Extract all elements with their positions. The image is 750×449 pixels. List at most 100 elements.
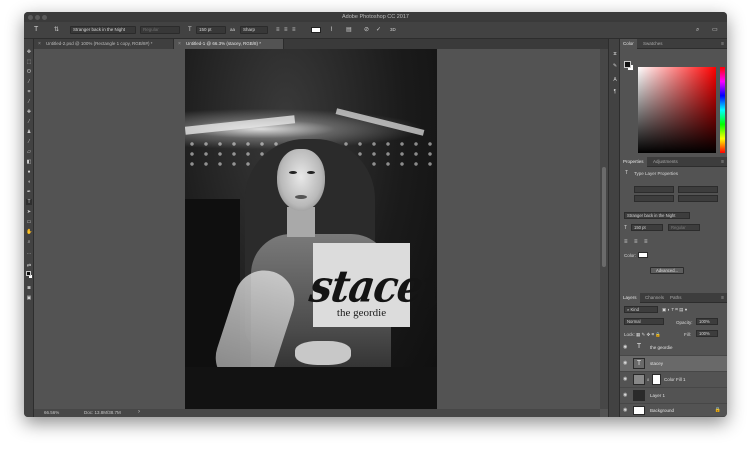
- document-photo[interactable]: stacey the geordie: [185, 49, 437, 409]
- advanced-button[interactable]: Advanced...: [650, 267, 684, 274]
- prop-font-style-select[interactable]: Regular: [668, 224, 700, 231]
- type-tool-icon[interactable]: T: [26, 199, 32, 205]
- brush-tool-icon[interactable]: ⁄: [26, 119, 32, 125]
- crop-tool-icon[interactable]: ⌗: [26, 89, 32, 95]
- align-center-icon[interactable]: ≡: [634, 239, 638, 245]
- eye-icon[interactable]: ◉: [623, 408, 629, 413]
- align-left-icon[interactable]: ≡: [624, 239, 628, 245]
- blend-mode-select[interactable]: Normal: [624, 318, 664, 325]
- rectangle-tool-icon[interactable]: ▭: [26, 219, 32, 225]
- quick-select-tool-icon[interactable]: ⁄: [26, 79, 32, 85]
- prop-font-size-select[interactable]: 150 pt: [631, 224, 663, 231]
- text-color-swatch[interactable]: [311, 27, 321, 33]
- font-family-select[interactable]: Stranger back in the Night: [70, 26, 136, 34]
- search-icon[interactable]: ⌕: [696, 26, 699, 34]
- layer-name[interactable]: the geordie: [650, 345, 673, 351]
- close-icon[interactable]: ×: [38, 39, 41, 49]
- text-color-swatch[interactable]: [638, 252, 648, 258]
- layer-name[interactable]: stacey: [650, 361, 663, 367]
- font-size-select[interactable]: 150 pt: [196, 26, 226, 34]
- vertical-scrollbar[interactable]: [600, 49, 608, 409]
- tab-channels[interactable]: Channels: [642, 293, 667, 303]
- eye-icon[interactable]: ◉: [623, 377, 629, 382]
- layer-row[interactable]: ◉ T stacey: [620, 356, 727, 372]
- layer-filter-icons[interactable]: ▣ ◐ T ⌗ ▤ ●: [662, 307, 687, 313]
- workspace-icon[interactable]: ▭: [712, 26, 718, 34]
- hand-tool-icon[interactable]: ✋: [26, 229, 32, 235]
- panel-menu-icon[interactable]: ≡: [721, 39, 724, 49]
- opacity-field[interactable]: 100%: [696, 318, 718, 325]
- zoom-tool-icon[interactable]: ⌕: [26, 239, 32, 245]
- close-icon[interactable]: ×: [178, 39, 181, 49]
- status-menu-icon[interactable]: ›: [138, 408, 140, 417]
- paragraph-icon[interactable]: ¶: [612, 89, 618, 95]
- screen-mode-icon[interactable]: ▣: [26, 295, 32, 301]
- panel-menu-icon[interactable]: ≡: [721, 293, 724, 303]
- tab-swatches[interactable]: Swatches: [640, 39, 666, 49]
- tab-paths[interactable]: Paths: [667, 293, 685, 303]
- path-select-tool-icon[interactable]: ➤: [26, 209, 32, 215]
- fill-field[interactable]: 100%: [696, 330, 718, 337]
- healing-brush-tool-icon[interactable]: ✚: [26, 109, 32, 115]
- character-panel-icon[interactable]: ▤: [346, 26, 352, 34]
- color-fill-card[interactable]: stacey the geordie: [306, 243, 437, 327]
- prop-x-field[interactable]: [634, 195, 674, 202]
- history-brush-tool-icon[interactable]: ⁄: [26, 139, 32, 145]
- cancel-edit-icon[interactable]: ⊘: [364, 26, 369, 34]
- layer-row[interactable]: ◉ Background 🔒: [620, 404, 727, 417]
- align-right-icon[interactable]: ≡: [644, 239, 648, 245]
- quick-mask-icon[interactable]: ◙: [26, 285, 32, 291]
- history-icon[interactable]: ⧖: [612, 51, 618, 57]
- layer-name[interactable]: Layer 1: [650, 393, 665, 399]
- color-foreground-swatch[interactable]: [624, 61, 631, 68]
- stamp-tool-icon[interactable]: ♟: [26, 129, 32, 135]
- foreground-color-swatch[interactable]: [26, 271, 31, 276]
- canvas-area[interactable]: stacey the geordie: [34, 49, 600, 409]
- antialias-select[interactable]: Sharp: [240, 26, 268, 34]
- geordie-text-layer[interactable]: the geordie: [313, 307, 410, 319]
- text-orientation-icon[interactable]: ⇅: [54, 26, 59, 34]
- eye-icon[interactable]: ◉: [623, 361, 629, 366]
- commit-edit-icon[interactable]: ✓: [376, 26, 381, 34]
- marquee-tool-icon[interactable]: ⬚: [26, 59, 32, 65]
- swap-colors-icon[interactable]: ⇄: [26, 263, 32, 269]
- move-tool-icon[interactable]: ✥: [26, 49, 32, 55]
- color-picker-field[interactable]: [638, 67, 716, 153]
- hue-slider[interactable]: [720, 67, 725, 153]
- layer-row[interactable]: ◉ T the geordie: [620, 340, 727, 356]
- eraser-tool-icon[interactable]: ▱: [26, 149, 32, 155]
- layer-name[interactable]: Color Fill 1: [664, 377, 686, 383]
- layer-mask-thumbnail[interactable]: [652, 374, 661, 385]
- vertical-scroll-thumb[interactable]: [602, 167, 606, 267]
- prop-y-field[interactable]: [678, 195, 718, 202]
- stacey-text-layer[interactable]: stacey: [306, 261, 437, 313]
- brush-presets-icon[interactable]: ✎: [612, 63, 618, 69]
- layer-name[interactable]: Background: [650, 408, 674, 414]
- align-right-icon[interactable]: ≡: [292, 26, 296, 34]
- align-left-icon[interactable]: ≡: [276, 26, 280, 34]
- pen-tool-icon[interactable]: ✒: [26, 189, 32, 195]
- zoom-level[interactable]: 66.56%: [44, 408, 59, 417]
- tab-color[interactable]: Color: [620, 39, 637, 49]
- eyedropper-tool-icon[interactable]: ⁄: [26, 99, 32, 105]
- tab-untitled-1[interactable]: × Untitled-1 @ 66.3% (stacey, RGB/8) *: [174, 39, 284, 49]
- prop-height-field[interactable]: [678, 186, 718, 193]
- gradient-tool-icon[interactable]: ◧: [26, 159, 32, 165]
- dodge-tool-icon[interactable]: ◖: [26, 179, 32, 185]
- character-icon[interactable]: A: [612, 77, 618, 83]
- layer-row[interactable]: ◉ 8 Color Fill 1: [620, 372, 727, 388]
- layer-row[interactable]: ◉ Layer 1: [620, 388, 727, 404]
- eye-icon[interactable]: ◉: [623, 345, 629, 350]
- layer-filter-select[interactable]: ⌕ Kind: [624, 306, 658, 313]
- panel-menu-icon[interactable]: ≡: [721, 157, 724, 167]
- type-tool-icon[interactable]: T: [34, 26, 38, 34]
- font-style-select[interactable]: Regular: [140, 26, 180, 34]
- align-center-icon[interactable]: ≡: [284, 26, 288, 34]
- eye-icon[interactable]: ◉: [623, 393, 629, 398]
- tab-untitled-2[interactable]: × Untitled-2.psd @ 100% (Rectangle 1 cop…: [34, 39, 174, 49]
- prop-font-family-select[interactable]: Stranger back in the Night: [624, 212, 690, 219]
- warp-text-icon[interactable]: ⌇: [330, 26, 333, 34]
- lasso-tool-icon[interactable]: ʘ: [26, 69, 32, 75]
- 3d-button[interactable]: 3D: [390, 26, 396, 34]
- tab-adjustments[interactable]: Adjustments: [650, 157, 681, 167]
